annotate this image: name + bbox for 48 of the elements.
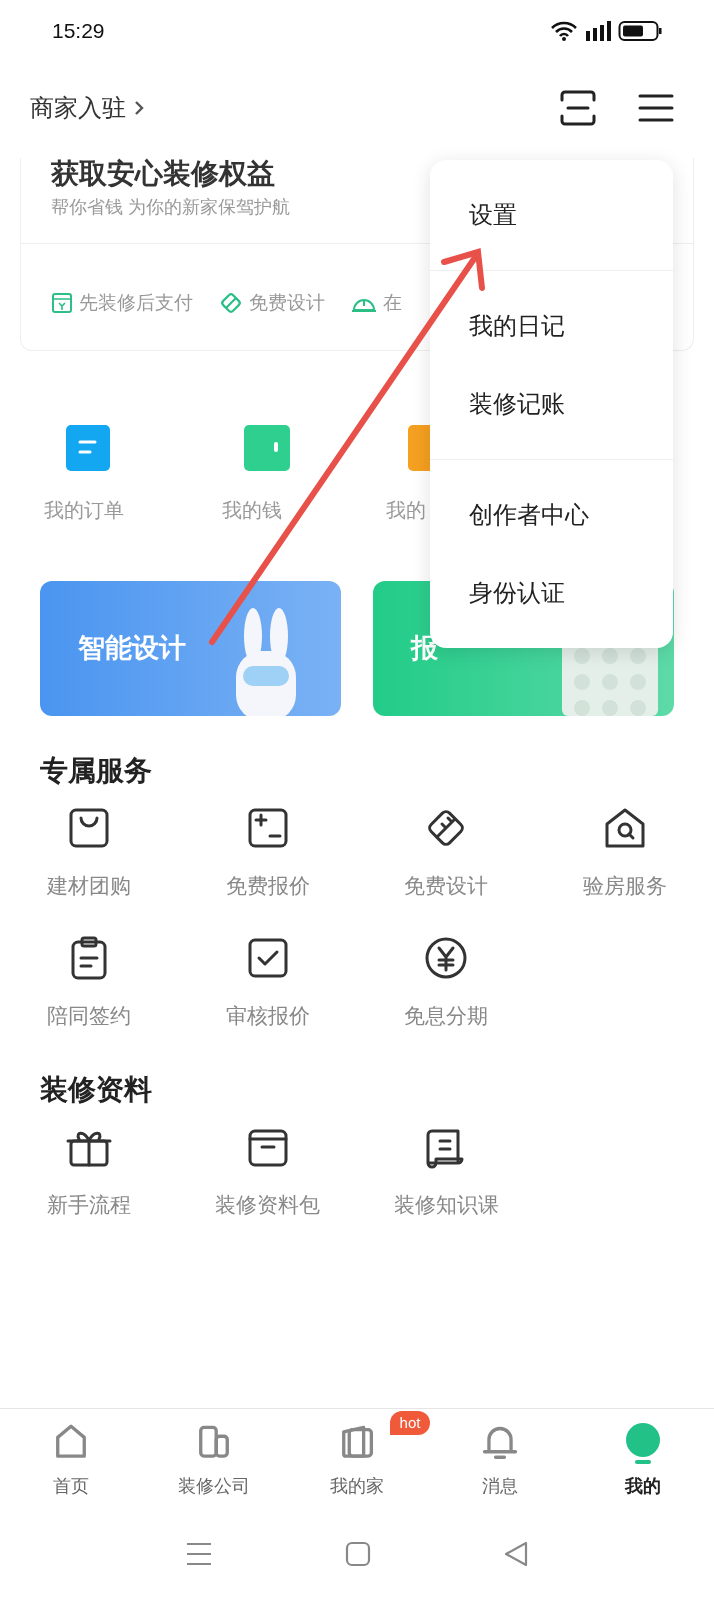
menu-icon[interactable] xyxy=(638,93,674,123)
card-title: 获取安心装修权益 xyxy=(51,158,276,190)
service-item[interactable]: 审核报价 xyxy=(225,999,310,1031)
quick-link[interactable]: 我的 xyxy=(386,499,426,521)
menu-item[interactable]: 装修记账 xyxy=(430,365,673,443)
tab[interactable]: 装修公司 xyxy=(178,1423,251,1518)
feature-label: 免费设计 xyxy=(249,290,325,315)
service-item[interactable]: 免费报价 xyxy=(225,870,310,902)
service-item[interactable]: 新手流程 xyxy=(47,1189,131,1221)
merchant-link[interactable]: 商家入驻 xyxy=(30,90,144,126)
service-item[interactable]: 建材团购 xyxy=(47,870,131,902)
profile-icon xyxy=(623,1423,662,1465)
recent-apps-icon[interactable] xyxy=(186,1542,213,1566)
menu-item[interactable]: 我的日记 xyxy=(430,287,673,365)
service-item[interactable]: 装修知识课 xyxy=(393,1189,499,1221)
tab[interactable]: 我的 xyxy=(623,1423,662,1518)
tab[interactable]: 我的家 xyxy=(330,1423,384,1518)
pencil-ruler-icon xyxy=(219,291,243,315)
service-item[interactable]: 陪同签约 xyxy=(47,999,131,1031)
section-title: 专属服务 xyxy=(39,754,153,788)
menu-item[interactable]: 创作者中心 xyxy=(430,476,673,554)
menu-item[interactable]: 设置 xyxy=(430,176,673,254)
signal-icon xyxy=(584,20,612,42)
quick-link[interactable]: 我的钱 xyxy=(222,499,282,521)
feature-label: 先装修后支付 xyxy=(79,290,193,315)
service-item[interactable]: 免费设计 xyxy=(404,870,488,902)
section-title: 装修资料 xyxy=(39,1073,153,1107)
card-subtitle: 帮你省钱 为你的新家保驾护航 xyxy=(51,196,290,219)
service-item[interactable]: 验房服务 xyxy=(582,870,667,902)
service-item[interactable]: 装修资料包 xyxy=(215,1189,320,1221)
back-icon[interactable] xyxy=(503,1541,528,1567)
chevron-icon xyxy=(134,100,144,116)
home-button-icon[interactable] xyxy=(345,1541,371,1567)
status-time: 15:29 xyxy=(52,18,105,45)
tab[interactable]: 消息 xyxy=(480,1423,519,1518)
banner-label: 智能设计 xyxy=(78,632,186,666)
quick-link[interactable]: 我的订单 xyxy=(44,499,124,521)
order-icon[interactable] xyxy=(66,425,112,471)
wifi-icon xyxy=(550,21,578,41)
scan-icon[interactable] xyxy=(560,90,596,126)
hot-badge: hot xyxy=(389,1411,431,1435)
calendar-icon xyxy=(51,292,73,314)
feature-banner[interactable]: 智能设计 xyxy=(40,581,341,716)
feature-label: 在 xyxy=(383,290,402,315)
battery-icon xyxy=(618,20,662,42)
tab[interactable]: 首页 xyxy=(52,1423,91,1518)
service-item[interactable]: 免息分期 xyxy=(404,999,488,1031)
banner-label: 报 xyxy=(411,632,438,666)
